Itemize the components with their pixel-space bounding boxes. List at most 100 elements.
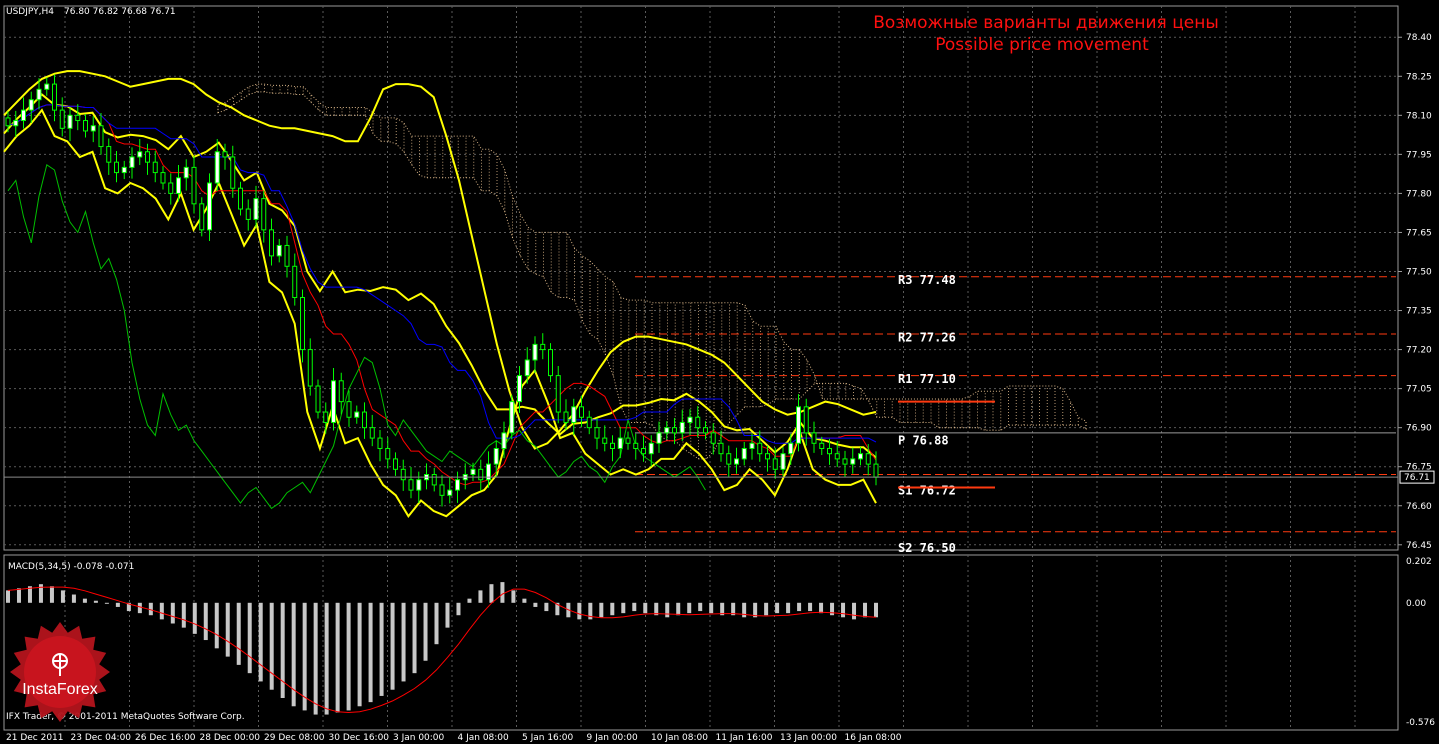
macd-hist-bar <box>863 602 868 618</box>
candle-body <box>602 437 608 444</box>
candle-body <box>703 427 708 434</box>
macd-hist-bar <box>445 602 450 628</box>
time-tick-label: 4 Jan 08:00 <box>458 733 510 743</box>
candle-body <box>524 359 530 377</box>
pivot-level-label: R1 77.10 <box>898 372 956 386</box>
time-tick-label: 26 Dec 16:00 <box>135 733 196 743</box>
pivot-level-label: P 76.88 <box>898 433 949 447</box>
candle-body <box>873 463 879 478</box>
candle-body <box>765 453 770 460</box>
macd-hist-bar <box>841 602 846 618</box>
time-tick-label: 5 Jan 16:00 <box>522 733 574 743</box>
candle-body <box>563 411 569 423</box>
candle-body <box>300 297 305 351</box>
candle-body <box>114 161 119 174</box>
candle-body <box>416 479 422 491</box>
macd-hist-bar <box>280 602 285 698</box>
usdjpy-chart[interactable]: R3 77.48 R2 77.26 R1 77.10 P 76.88 S1 76.72 S… <box>0 0 1439 744</box>
macd-hist-bar <box>324 602 329 715</box>
macd-hist-bar <box>225 602 230 657</box>
ohlc-readout: 76.80 76.82 76.68 76.71 <box>64 7 176 17</box>
candle-body <box>478 468 484 481</box>
candle-body <box>803 406 809 434</box>
macd-hist-bar <box>467 598 472 603</box>
candle-body <box>726 453 732 465</box>
price-tick-label: 76.60 <box>1406 502 1432 512</box>
candle-body <box>858 453 863 460</box>
candle-body <box>354 411 360 418</box>
candle-body <box>292 265 298 299</box>
candle-body <box>83 120 88 132</box>
macd-hist-bar <box>698 602 703 612</box>
candle-body <box>207 182 212 231</box>
time-tick-label: 3 Jan 00:00 <box>393 733 445 743</box>
macd-hist-bar <box>808 602 813 612</box>
price-tick-label: 78.40 <box>1406 33 1432 43</box>
pivot-level-label: R2 77.26 <box>898 330 956 344</box>
candle-body <box>137 151 143 158</box>
candle-body <box>648 442 654 455</box>
price-tick-label: 76.90 <box>1406 424 1432 434</box>
candle-body <box>865 453 871 465</box>
macd-hist-bar <box>412 602 417 674</box>
candle-body <box>641 447 646 455</box>
macd-hist-bar <box>236 602 241 665</box>
candle-body <box>757 442 763 455</box>
macd-panel-frame <box>3 554 1399 731</box>
candle-body <box>331 380 336 423</box>
time-tick-label: 30 Dec 16:00 <box>329 733 390 743</box>
macd-hist-bar <box>478 590 483 603</box>
title-ru: Возможные варианты движения цены <box>873 13 1219 33</box>
candle-body <box>610 442 615 449</box>
candle-body <box>811 432 817 444</box>
candle-body <box>664 427 670 434</box>
candle-body <box>21 109 26 122</box>
candle-body <box>214 151 220 184</box>
candle-body <box>780 453 786 470</box>
price-tick-label: 77.20 <box>1406 346 1432 356</box>
macd-hist-bar <box>599 602 604 618</box>
candle-body <box>850 458 856 465</box>
macd-hist-bar <box>621 602 626 614</box>
bollinger-upper <box>3 70 877 450</box>
logo-text: InstaForex <box>22 681 98 698</box>
macd-hist-bar <box>104 602 109 604</box>
macd-hist-bar <box>368 602 373 703</box>
candle-body <box>393 458 398 470</box>
candle-body <box>245 208 251 220</box>
candle-body <box>44 83 50 90</box>
candle-body <box>145 151 150 163</box>
macd-hist-bar <box>423 602 428 661</box>
candle-body <box>52 83 57 111</box>
macd-hist-bar <box>115 602 120 607</box>
macd-hist-bar <box>71 594 76 603</box>
candle-body <box>672 427 677 434</box>
candle-body <box>796 406 801 444</box>
macd-hist-bar <box>159 602 164 620</box>
macd-hist-bar <box>852 602 857 620</box>
candle-body <box>377 437 383 449</box>
candle-body <box>718 442 724 455</box>
macd-hist-bar <box>511 590 516 603</box>
macd-hist-bar <box>170 602 175 624</box>
macd-hist-bar <box>874 602 878 618</box>
candle-body <box>439 484 445 496</box>
title-en: Possible price movement <box>935 35 1149 55</box>
candle-body <box>741 447 747 460</box>
candle-body <box>493 447 499 465</box>
candle-body <box>579 406 584 418</box>
time-tick-label: 23 Dec 04:00 <box>71 733 132 743</box>
candle-body <box>617 437 623 449</box>
time-tick-label: 9 Jan 00:00 <box>587 733 639 743</box>
candle-body <box>555 375 561 413</box>
macd-hist-bar <box>214 602 219 649</box>
candle-body <box>369 427 375 439</box>
candle-body <box>253 198 259 220</box>
candle-body <box>517 375 522 403</box>
macd-hist-bar <box>49 586 54 603</box>
macd-hist-bar <box>401 602 406 682</box>
macd-hist-bar <box>764 602 769 616</box>
macd-hist-bar <box>544 602 549 612</box>
time-tick-label: 29 Dec 08:00 <box>264 733 325 743</box>
macd-hist-bar <box>676 602 681 616</box>
